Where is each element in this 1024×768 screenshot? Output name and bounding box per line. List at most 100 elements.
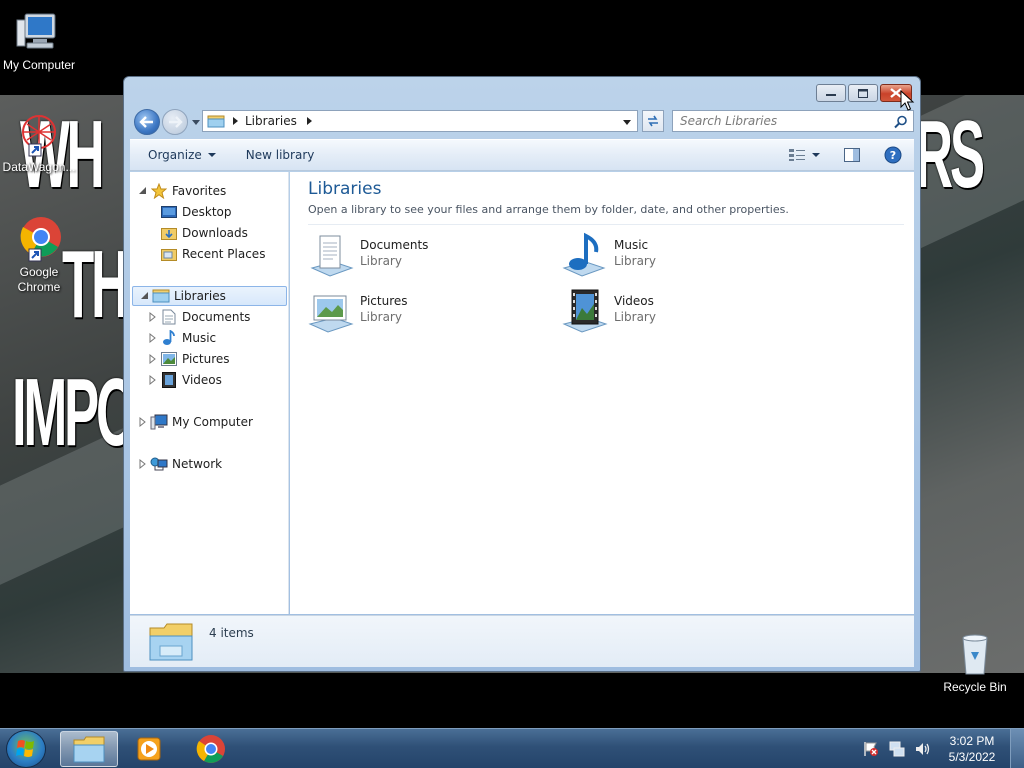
library-item-documents[interactable]: Documents Library xyxy=(306,232,536,282)
tree-item-favorites[interactable]: Favorites xyxy=(130,181,287,201)
tree-item-documents[interactable]: Documents xyxy=(130,307,287,327)
pictures-library-icon xyxy=(308,295,354,333)
chrome-icon xyxy=(196,735,225,763)
recent-places-icon xyxy=(160,246,178,262)
search-box[interactable] xyxy=(672,110,914,132)
videos-library-icon xyxy=(562,289,608,333)
chevron-down-icon xyxy=(812,153,820,157)
maximize-button[interactable] xyxy=(848,84,878,102)
libraries-folder-icon xyxy=(207,115,225,128)
tree-item-desktop[interactable]: Desktop xyxy=(130,202,287,222)
library-type: Library xyxy=(614,310,656,324)
system-tray: 3:02 PM 5/3/2022 xyxy=(862,729,1024,768)
svg-text:?: ? xyxy=(890,149,896,162)
chevron-right-icon[interactable] xyxy=(305,117,313,125)
downloads-folder-icon xyxy=(160,225,178,241)
volume-icon[interactable] xyxy=(914,740,932,758)
desktop-icon-google-chrome[interactable]: Google Chrome xyxy=(0,215,78,295)
expand-arrow-icon[interactable] xyxy=(148,312,158,322)
tree-label: Recent Places xyxy=(182,247,266,261)
help-icon: ? xyxy=(884,146,902,164)
datawagon-icon xyxy=(15,110,63,158)
refresh-button[interactable] xyxy=(642,110,664,132)
expand-arrow-icon[interactable] xyxy=(148,333,158,343)
forward-button[interactable] xyxy=(162,109,188,135)
desktop-icon xyxy=(160,204,178,220)
start-button[interactable] xyxy=(6,730,46,768)
organize-label: Organize xyxy=(148,148,202,162)
expand-arrow-icon[interactable] xyxy=(148,375,158,385)
taskbar: 3:02 PM 5/3/2022 xyxy=(0,728,1024,768)
recent-pages-dropdown[interactable] xyxy=(192,118,200,126)
libraries-icon xyxy=(152,288,170,304)
network-status-icon[interactable] xyxy=(888,740,906,758)
breadcrumb-libraries[interactable]: Libraries xyxy=(245,114,297,128)
search-input[interactable] xyxy=(680,114,880,128)
arrow-left-icon xyxy=(139,116,153,128)
library-name: Documents xyxy=(360,238,429,252)
recycle-bin-icon xyxy=(951,630,999,678)
library-name: Pictures xyxy=(360,294,408,308)
library-item-videos[interactable]: Videos Library xyxy=(560,288,790,338)
picture-icon xyxy=(160,351,178,367)
tree-label: Network xyxy=(172,457,223,471)
desktop-icon-my-computer[interactable]: My Computer xyxy=(0,8,78,73)
item-count: 4 items xyxy=(209,626,254,640)
tree-item-network[interactable]: Network xyxy=(130,454,287,474)
taskbar-media-player-button[interactable] xyxy=(120,731,178,767)
chevron-right-icon[interactable] xyxy=(231,117,239,125)
desktop-icon-datawagon[interactable]: DataWagon... xyxy=(0,110,78,175)
tree-label: Videos xyxy=(182,373,222,387)
minimize-button[interactable] xyxy=(816,84,846,102)
taskbar-chrome-button[interactable] xyxy=(182,731,240,767)
library-item-pictures[interactable]: Pictures Library xyxy=(306,288,536,338)
clock[interactable]: 3:02 PM 5/3/2022 xyxy=(938,733,1006,765)
tree-item-my-computer[interactable]: My Computer xyxy=(130,412,287,432)
desktop-icon-label: Recycle Bin xyxy=(943,680,1007,694)
tree-item-downloads[interactable]: Downloads xyxy=(130,223,287,243)
expand-arrow-icon[interactable] xyxy=(138,459,148,469)
tree-label: Music xyxy=(182,331,217,345)
library-type: Library xyxy=(360,310,402,324)
tree-item-libraries[interactable]: Libraries xyxy=(132,286,287,306)
tree-label: Documents xyxy=(182,310,251,324)
address-box[interactable]: Libraries xyxy=(202,110,638,132)
show-desktop-button[interactable] xyxy=(1010,729,1024,768)
expand-arrow-icon[interactable] xyxy=(138,417,148,427)
collapse-arrow-icon[interactable] xyxy=(138,186,148,196)
desktop-icon-recycle-bin[interactable]: Recycle Bin xyxy=(936,630,1014,695)
help-button[interactable]: ? xyxy=(872,143,914,167)
new-library-button[interactable]: New library xyxy=(234,143,327,167)
back-button[interactable] xyxy=(134,109,160,135)
preview-pane-button[interactable] xyxy=(832,143,872,167)
organize-button[interactable]: Organize xyxy=(136,143,228,167)
maximize-icon xyxy=(858,88,868,98)
media-player-icon xyxy=(137,737,161,761)
change-view-button[interactable] xyxy=(776,143,832,167)
tree-item-recent-places[interactable]: Recent Places xyxy=(130,244,287,264)
library-item-music[interactable]: Music Library xyxy=(560,232,790,282)
libraries-large-icon xyxy=(149,623,193,661)
library-name: Videos xyxy=(614,294,654,308)
explorer-folder-icon xyxy=(73,736,105,763)
tree-item-videos[interactable]: Videos xyxy=(130,370,287,390)
star-icon xyxy=(150,183,168,199)
tree-label: Downloads xyxy=(182,226,248,240)
desktop-icon-label: Google Chrome xyxy=(17,265,61,294)
search-icon[interactable] xyxy=(894,115,908,129)
tree-label: Desktop xyxy=(182,205,232,219)
documents-library-icon xyxy=(310,235,354,277)
expand-arrow-icon[interactable] xyxy=(148,354,158,364)
tree-item-pictures[interactable]: Pictures xyxy=(130,349,287,369)
tree-item-music[interactable]: Music xyxy=(130,328,287,348)
document-icon xyxy=(160,309,178,325)
collapse-arrow-icon[interactable] xyxy=(140,291,150,301)
content-pane: Libraries Open a library to see your fil… xyxy=(290,172,914,614)
action-center-flag-icon[interactable] xyxy=(862,740,880,758)
taskbar-explorer-button[interactable] xyxy=(60,731,118,767)
minimize-icon xyxy=(826,94,836,96)
refresh-icon xyxy=(648,115,658,127)
divider xyxy=(308,224,904,225)
tree-label: My Computer xyxy=(172,415,253,429)
address-history-dropdown[interactable] xyxy=(623,118,631,126)
